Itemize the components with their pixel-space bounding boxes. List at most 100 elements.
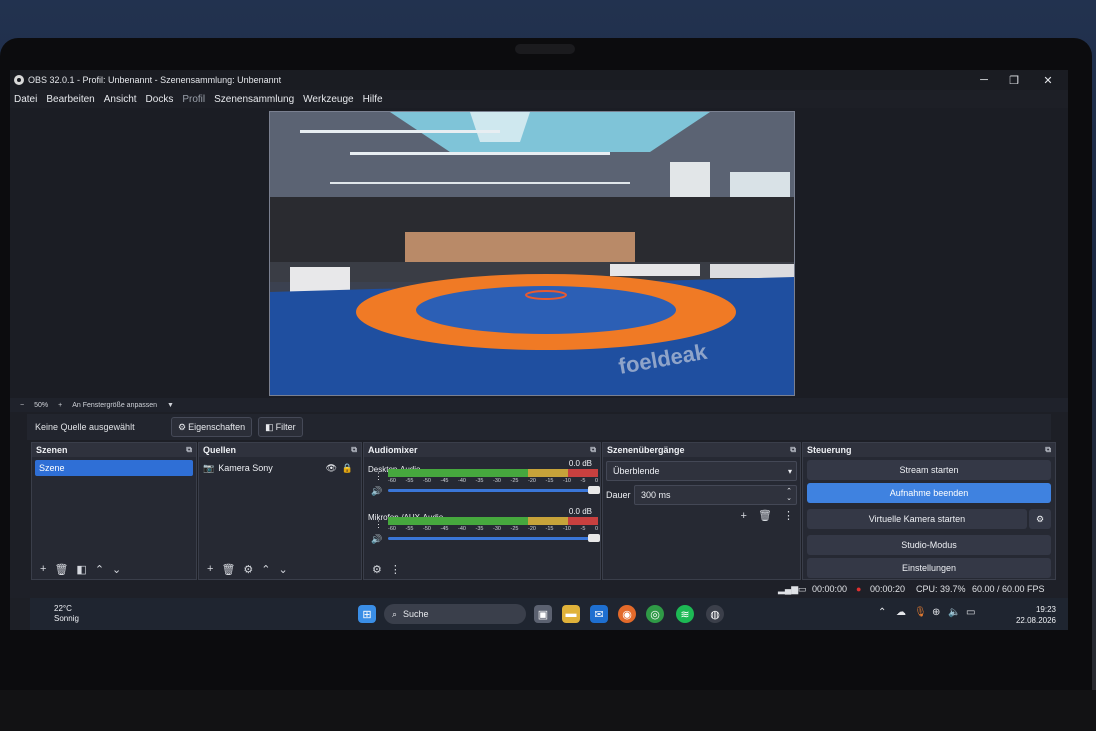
more-options-icon[interactable]: ⋮ xyxy=(374,519,383,530)
popout-icon[interactable]: ⧉ xyxy=(351,445,357,455)
menu-profil[interactable]: Profil xyxy=(182,94,205,105)
settings-button[interactable]: Einstellungen xyxy=(807,558,1051,578)
preview-canvas[interactable]: foeldeak xyxy=(269,111,795,396)
preview-area: foeldeak xyxy=(10,108,1068,398)
chevron-up-icon[interactable]: ⌃ xyxy=(878,607,886,618)
properties-label: Eigenschaften xyxy=(188,422,246,432)
tick-label: 0 xyxy=(594,478,598,484)
menu-szenensammlung[interactable]: Szenensammlung xyxy=(214,94,294,105)
start-icon[interactable]: ⊞ xyxy=(358,605,376,623)
chrome-icon[interactable]: ◎ xyxy=(646,605,664,623)
spotify-icon[interactable]: ≋ xyxy=(676,605,694,623)
menu-docks[interactable]: Docks xyxy=(146,94,174,105)
microphone-icon[interactable]: 🎙 xyxy=(914,607,927,618)
transition-type: Überblende xyxy=(613,466,660,476)
level-meter xyxy=(388,469,598,477)
more-options-icon[interactable]: ⋮ xyxy=(390,563,401,576)
lock-icon[interactable]: 🔒 xyxy=(342,463,353,474)
arrow-up-icon[interactable]: ⌃ xyxy=(261,563,270,576)
volume-slider[interactable] xyxy=(388,486,600,494)
menu-werkzeuge[interactable]: Werkzeuge xyxy=(303,94,353,105)
arrow-up-icon[interactable]: ⌃ xyxy=(95,563,104,576)
speaker-muted-icon[interactable]: 🔈 xyxy=(948,607,960,618)
volume-slider[interactable] xyxy=(388,534,600,542)
popout-icon[interactable]: ⧉ xyxy=(186,445,192,455)
eye-icon[interactable]: 👁 xyxy=(326,463,337,474)
channel-db: 0.0 dB xyxy=(568,459,592,468)
close-button[interactable]: ✕ xyxy=(1036,70,1060,90)
menu-datei[interactable]: Datei xyxy=(14,94,37,105)
source-name: Kamera Sony xyxy=(218,463,273,473)
virtual-camera-button[interactable]: Virtuelle Kamera starten xyxy=(807,509,1027,529)
popout-icon[interactable]: ⧉ xyxy=(1045,445,1051,455)
transition-select[interactable]: Überblende ▾ xyxy=(606,461,797,481)
virtual-camera-settings-button[interactable]: ⚙ xyxy=(1029,509,1051,529)
weather-widget[interactable]: 22°C Sonnig xyxy=(54,604,79,624)
volume-slider-handle[interactable] xyxy=(588,486,600,494)
popout-icon[interactable]: ⧉ xyxy=(790,445,796,455)
obs-logo-icon xyxy=(14,75,24,85)
studio-mode-button[interactable]: Studio-Modus xyxy=(807,535,1051,555)
menu-ansicht[interactable]: Ansicht xyxy=(104,94,137,105)
speaker-icon[interactable]: 🔊 xyxy=(371,486,382,497)
record-stop-button[interactable]: Aufnahme beenden xyxy=(807,483,1051,503)
audio-mixer-dock: Audiomixer⧉ Desktop-Audio 0.0 dB ⋮ -60-5… xyxy=(363,442,601,580)
add-source-icon[interactable]: + xyxy=(207,563,213,575)
trash-icon[interactable]: 🗑 xyxy=(758,510,772,522)
tick-label: -10 xyxy=(563,526,571,532)
more-options-icon[interactable]: ⋮ xyxy=(374,471,383,482)
volume-slider-handle[interactable] xyxy=(588,534,600,542)
zoom-in-button[interactable]: + xyxy=(58,402,62,409)
menu-hilfe[interactable]: Hilfe xyxy=(363,94,383,105)
duration-field[interactable]: 300 ms ⌃ ⌄ xyxy=(634,485,797,505)
menu-bearbeiten[interactable]: Bearbeiten xyxy=(46,94,94,105)
scenes-dock-header: Szenen ⧉ xyxy=(32,443,196,457)
onedrive-icon[interactable]: ☁ xyxy=(896,607,906,618)
clock[interactable]: 19:23 22.08.2026 xyxy=(1016,604,1056,626)
stepper-icon[interactable]: ⌃ ⌄ xyxy=(786,488,792,502)
fit-window-button[interactable]: An Fenstergröße anpassen xyxy=(72,402,157,409)
trash-icon[interactable]: 🗑 xyxy=(221,563,235,576)
stream-start-button[interactable]: Stream starten xyxy=(807,460,1051,480)
obs-taskbar-icon[interactable]: ◍ xyxy=(706,605,724,623)
tick-label: -50 xyxy=(423,478,431,484)
scene-item[interactable]: Szene xyxy=(35,460,193,476)
task-view-icon[interactable]: ▣ xyxy=(534,605,552,623)
audio-channel: Mikrofon-/AUX-Audio 0.0 dB ⋮ -60-55-50-4… xyxy=(368,507,600,553)
filters-button[interactable]: ◧ Filter xyxy=(258,417,303,437)
tick-label: -30 xyxy=(493,526,501,532)
gear-icon[interactable]: ⚙ xyxy=(243,563,253,576)
add-scene-icon[interactable]: + xyxy=(40,563,46,575)
maximize-button[interactable]: ❐ xyxy=(1002,70,1026,90)
stream-icon: ▭ xyxy=(798,584,807,594)
firefox-icon[interactable]: ◉ xyxy=(618,605,636,623)
gear-icon: ⚙ xyxy=(178,421,187,432)
level-meter xyxy=(388,517,598,525)
trash-icon[interactable]: 🗑 xyxy=(54,563,68,576)
search-box[interactable]: ⌕ Suche xyxy=(384,604,526,624)
properties-button[interactable]: ⚙ Eigenschaften xyxy=(171,417,253,437)
meter-ticks: -60 -55 -50 -45 -40 -35 -30 -25 -20 -15 -10 -5 0 xyxy=(388,478,598,484)
tick-label: -50 xyxy=(423,526,431,532)
source-item[interactable]: 📷 Kamera Sony 👁 🔒 xyxy=(203,461,357,475)
language-icon[interactable]: ⊕ xyxy=(932,607,940,618)
tick-label: -25 xyxy=(510,526,519,532)
tick-label: -5 xyxy=(580,526,586,532)
sources-dock: Quellen ⧉ 📷 Kamera Sony 👁 🔒 + 🗑 ⚙ ⌃ ⌄ xyxy=(198,442,362,580)
fit-dropdown-icon[interactable]: ▼ xyxy=(167,402,174,409)
more-options-icon[interactable]: ⋮ xyxy=(783,510,794,522)
meter-ticks: -60 -55 -50 -45 -40 -35 -30 -25 -20 -15 -10 -5 0 xyxy=(388,526,598,532)
zoom-out-button[interactable]: − xyxy=(20,402,24,409)
battery-icon[interactable]: ▭ xyxy=(966,607,975,618)
filter-icon[interactable]: ◧ xyxy=(76,563,86,576)
outlook-icon[interactable]: ✉ xyxy=(590,605,608,623)
arrow-down-icon[interactable]: ⌄ xyxy=(112,563,121,576)
file-explorer-icon[interactable]: ▬ xyxy=(562,605,580,623)
add-transition-icon[interactable]: + xyxy=(740,510,746,522)
popout-icon[interactable]: ⧉ xyxy=(590,445,596,455)
speaker-icon[interactable]: 🔊 xyxy=(371,534,382,545)
minimize-button[interactable]: ─ xyxy=(972,70,996,90)
audio-mixer-title: Audiomixer xyxy=(368,445,418,455)
gear-icon[interactable]: ⚙ xyxy=(372,563,382,576)
arrow-down-icon[interactable]: ⌄ xyxy=(279,563,288,576)
